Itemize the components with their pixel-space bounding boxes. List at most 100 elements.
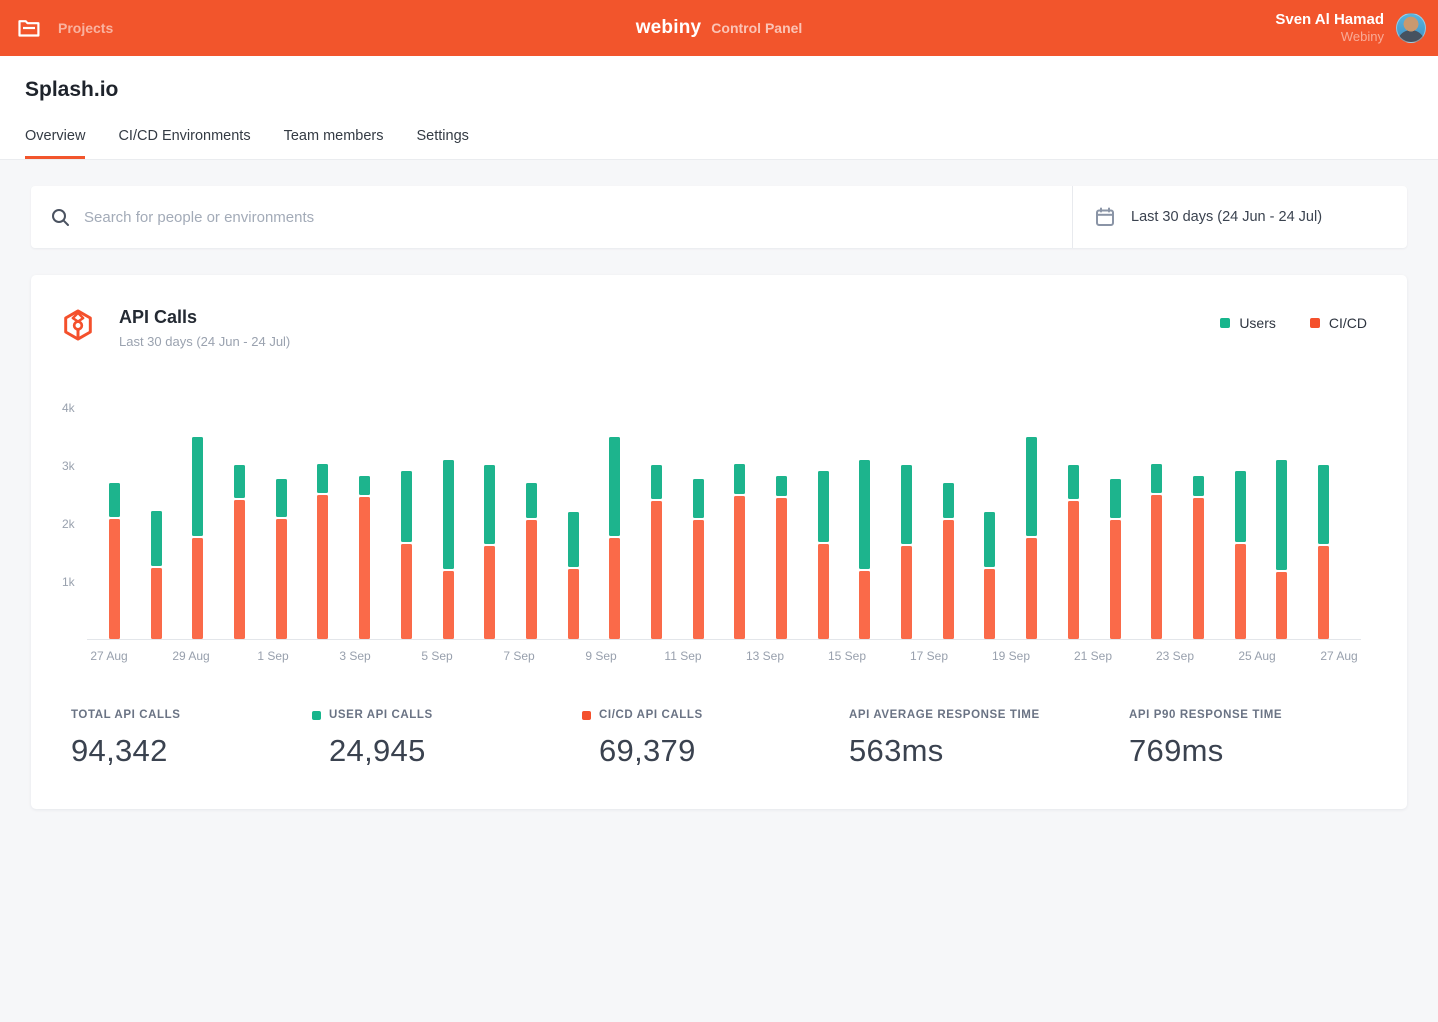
bar-users-segment (693, 479, 704, 517)
bar[interactable] (1276, 460, 1287, 639)
bar[interactable] (109, 483, 120, 639)
bar[interactable] (276, 479, 287, 639)
page-title: Splash.io (25, 56, 1413, 128)
bar-cicd-segment (776, 498, 787, 639)
api-calls-hexagon-icon (63, 309, 93, 346)
x-axis-tick-label: 5 Sep (417, 649, 457, 663)
stat-value: 563ms (849, 733, 1129, 769)
tab-bar: Overview CI/CD Environments Team members… (25, 128, 1413, 159)
bar[interactable] (1318, 465, 1329, 639)
bar[interactable] (901, 465, 912, 639)
bar[interactable] (1068, 465, 1079, 639)
bar[interactable] (526, 483, 537, 639)
bar-users-segment (151, 511, 162, 566)
x-axis-tick-label: 15 Sep (827, 649, 867, 663)
stat-total-api-calls: TOTAL API CALLS 94,342 (71, 709, 312, 769)
bar-cicd-segment (526, 520, 537, 639)
bar-users-segment (1235, 471, 1246, 542)
bar-cicd-segment (1026, 538, 1037, 640)
bar-users-segment (1276, 460, 1287, 570)
bar-users-segment (401, 471, 412, 542)
bar[interactable] (651, 465, 662, 639)
bar-cicd-segment (1151, 495, 1162, 639)
bar[interactable] (776, 476, 787, 639)
bar-users-segment (234, 465, 245, 499)
bar-cicd-segment (1068, 501, 1079, 639)
bar-cicd-segment (109, 519, 120, 639)
bar-users-segment (609, 437, 620, 535)
bar[interactable] (859, 460, 870, 639)
bar[interactable] (1110, 479, 1121, 639)
avatar[interactable] (1396, 13, 1426, 43)
bar[interactable] (443, 460, 454, 639)
search-input[interactable] (84, 209, 1052, 226)
bar-cicd-segment (1235, 544, 1246, 639)
bar-cicd-segment (984, 569, 995, 639)
bar[interactable] (818, 471, 829, 639)
bar[interactable] (1235, 471, 1246, 639)
bar-users-segment (776, 476, 787, 496)
bar[interactable] (984, 512, 995, 639)
projects-nav-label[interactable]: Projects (58, 20, 113, 36)
stacked-bar-chart: 1k2k3k4k (87, 385, 1361, 640)
tab-overview[interactable]: Overview (25, 128, 85, 159)
bar[interactable] (1151, 464, 1162, 639)
bar-cicd-segment (234, 500, 245, 639)
y-axis-tick-label: 3k (62, 459, 75, 473)
cicd-swatch-icon (1310, 318, 1320, 328)
x-axis-tick-label: 29 Aug (171, 649, 211, 663)
tab-settings[interactable]: Settings (417, 128, 469, 159)
tab-cicd-environments[interactable]: CI/CD Environments (118, 128, 250, 159)
chart-title: API Calls (119, 307, 290, 328)
bar[interactable] (943, 483, 954, 639)
stat-value: 769ms (1129, 733, 1282, 769)
projects-folder-icon[interactable] (18, 18, 40, 38)
bar[interactable] (693, 479, 704, 639)
bar[interactable] (1193, 476, 1204, 639)
date-range-label: Last 30 days (24 Jun - 24 Jul) (1131, 209, 1322, 225)
x-axis-tick-label: 7 Sep (499, 649, 539, 663)
bar[interactable] (234, 465, 245, 639)
bar[interactable] (568, 512, 579, 639)
stat-api-p90-response-time: API P90 RESPONSE TIME 769ms (1129, 709, 1282, 769)
x-axis-tick-label: 27 Aug (89, 649, 129, 663)
bar[interactable] (1026, 437, 1037, 639)
webiny-logo: webiny (636, 17, 702, 39)
x-axis-tick-label: 25 Aug (1237, 649, 1277, 663)
bar-users-segment (859, 460, 870, 569)
date-range-button[interactable]: Last 30 days (24 Jun - 24 Jul) (1073, 186, 1407, 248)
stat-label: TOTAL API CALLS (71, 709, 181, 721)
stat-label: API AVERAGE RESPONSE TIME (849, 709, 1040, 721)
stat-label: API P90 RESPONSE TIME (1129, 709, 1282, 721)
bar[interactable] (317, 464, 328, 639)
bar-users-segment (1151, 464, 1162, 493)
user-company: Webiny (1275, 29, 1384, 45)
bar-users-segment (443, 460, 454, 569)
bar-users-segment (276, 479, 287, 517)
stat-value: 94,342 (71, 733, 312, 769)
bar-users-segment (1026, 437, 1037, 535)
tab-team-members[interactable]: Team members (284, 128, 384, 159)
legend-item-cicd[interactable]: CI/CD (1310, 315, 1367, 331)
legend-cicd-label: CI/CD (1329, 315, 1367, 331)
bar-cicd-segment (1110, 520, 1121, 639)
top-bar: Projects webiny Control Panel Sven Al Ha… (0, 0, 1438, 56)
bar[interactable] (359, 476, 370, 639)
bar[interactable] (192, 437, 203, 639)
bar-cicd-segment (443, 571, 454, 639)
x-axis-tick-label: 21 Sep (1073, 649, 1113, 663)
x-axis-tick-label: 11 Sep (663, 649, 703, 663)
bar-users-segment (984, 512, 995, 567)
y-axis-tick-label: 2k (62, 517, 75, 531)
bar-cicd-segment (1318, 546, 1329, 639)
bar[interactable] (151, 511, 162, 639)
bar-cicd-segment (651, 501, 662, 639)
bar-users-segment (317, 464, 328, 494)
bar[interactable] (401, 471, 412, 639)
bar[interactable] (609, 437, 620, 639)
bar-cicd-segment (693, 520, 704, 639)
bar-cicd-segment (734, 496, 745, 639)
bar[interactable] (734, 464, 745, 639)
bar[interactable] (484, 465, 495, 639)
legend-item-users[interactable]: Users (1220, 315, 1276, 331)
